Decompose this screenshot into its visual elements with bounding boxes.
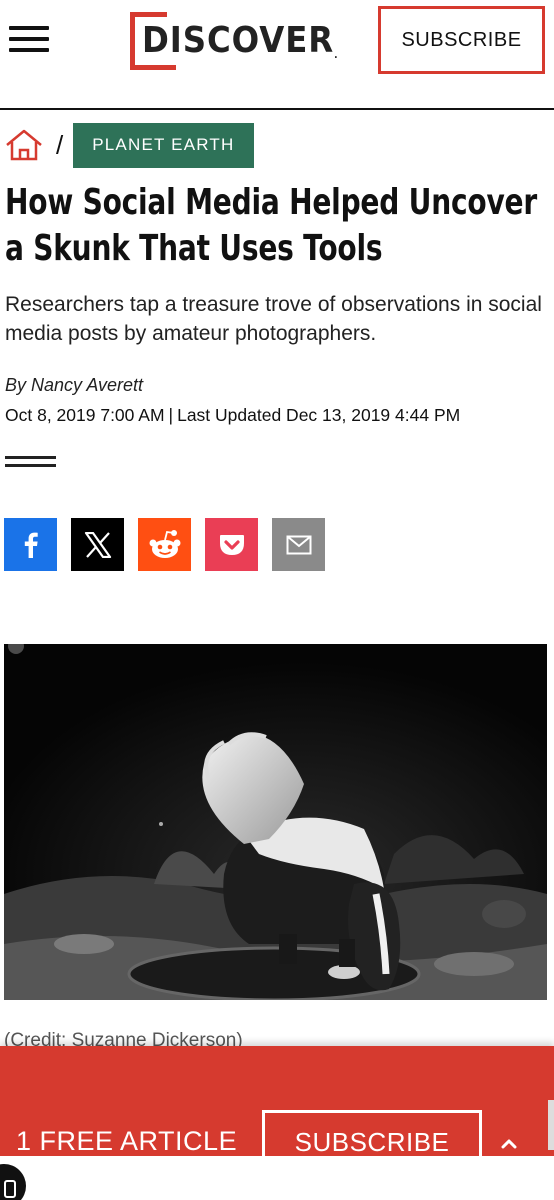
reddit-share-button[interactable]: [138, 518, 191, 571]
bottom-strip: [0, 1156, 554, 1200]
published-date: Oct 8, 2019 7:00 AM: [5, 405, 165, 425]
article-title: How Social Media Helped Uncover a Skunk …: [5, 182, 537, 269]
pocket-share-button[interactable]: [205, 518, 258, 571]
menu-icon[interactable]: [9, 26, 49, 56]
section-divider: [5, 456, 56, 472]
logo-text: DISCOVER.: [142, 20, 339, 61]
category-tag[interactable]: PLANET EARTH: [73, 122, 254, 168]
updated-date: Last Updated Dec 13, 2019 4:44 PM: [177, 405, 461, 425]
breadcrumb-separator: /: [56, 129, 64, 160]
article-dateline: Oct 8, 2019 7:00 AM | Last Updated Dec 13,…: [5, 405, 460, 426]
skunk-photo: [4, 644, 547, 1000]
x-share-button[interactable]: [71, 518, 124, 571]
pocket-icon: [219, 534, 244, 555]
article-image: [4, 644, 547, 1000]
chevron-up-icon[interactable]: [494, 1128, 524, 1158]
article-deck: Researchers tap a treasure trove of obse…: [5, 293, 542, 345]
facebook-icon: [24, 532, 38, 558]
email-share-button[interactable]: [272, 518, 325, 571]
subscribe-button[interactable]: SUBSCRIBE: [378, 6, 545, 74]
x-icon: [84, 531, 111, 558]
email-icon: [286, 535, 311, 554]
scrollbar[interactable]: [548, 1100, 554, 1150]
facebook-share-button[interactable]: [4, 518, 57, 571]
date-separator: |: [168, 405, 174, 425]
home-icon[interactable]: [4, 128, 44, 162]
free-article-count: 1 FREE ARTICLE: [16, 1126, 238, 1156]
paywall-banner: 1 FREE ARTICLE SUBSCRIBE: [0, 1046, 554, 1170]
site-header: DISCOVER. SUBSCRIBE: [0, 0, 554, 110]
reddit-icon: [149, 529, 180, 558]
discover-logo[interactable]: DISCOVER.: [130, 12, 340, 70]
breadcrumb: / PLANET EARTH: [4, 122, 254, 168]
share-bar: [4, 518, 325, 571]
article-byline: By Nancy Averett: [5, 375, 144, 395]
